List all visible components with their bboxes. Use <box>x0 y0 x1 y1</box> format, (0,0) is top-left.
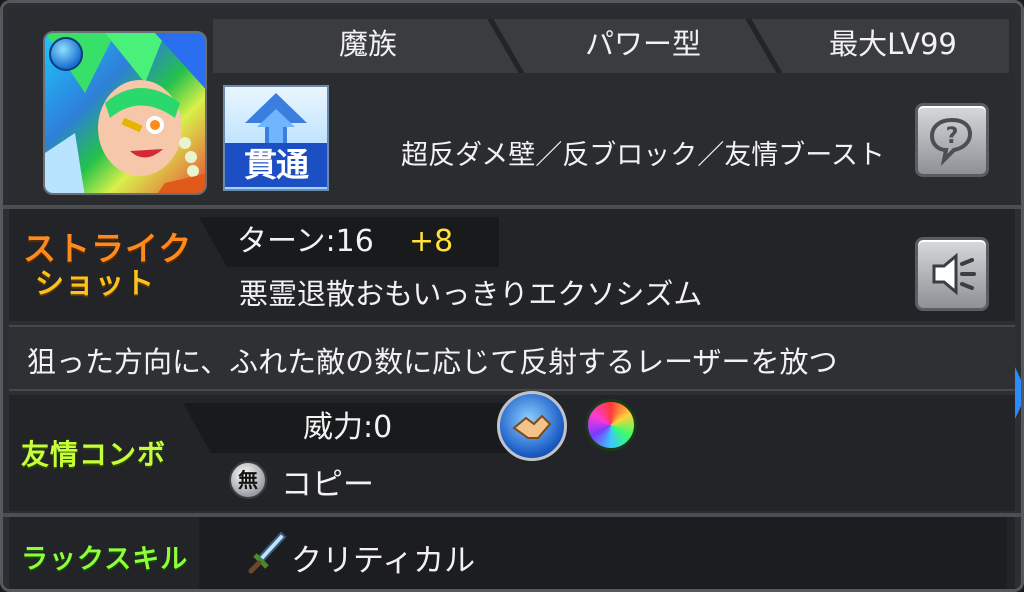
luck-skill-section: ラックスキル クリティカル <box>9 517 1015 589</box>
turn-count: ターン:16 <box>237 224 374 259</box>
strike-shot-name: 悪霊退散おもいっきりエクソシズム <box>239 277 703 311</box>
scroll-right-arrow-icon[interactable] <box>1015 367 1021 419</box>
power-bar: 威力:0 <box>183 403 523 453</box>
friendship-power: 威力:0 <box>303 410 393 445</box>
type-label: パワー型 <box>584 27 701 61</box>
max-level-label: 最大LV99 <box>829 27 957 61</box>
friendship-combo-name: コピー <box>281 467 374 503</box>
friendship-combo-medal-icon <box>497 391 567 461</box>
sword-icon <box>248 531 287 574</box>
svg-text:?: ? <box>946 124 959 149</box>
luck-skill-label: ラックスキル <box>21 544 189 575</box>
header-info-bar: 魔族 パワー型 最大LV99 <box>213 19 1009 73</box>
handshake-icon <box>512 414 552 439</box>
friendship-combo-section: 友情コンボ 威力:0 無 コピー <box>9 391 1015 511</box>
question-bubble-icon: ? <box>929 117 973 167</box>
turn-bonus: +8 <box>409 224 454 259</box>
friendship-combo-label: 友情コンボ <box>21 438 167 471</box>
speaker-icon <box>932 252 976 296</box>
up-arrow-icon <box>245 93 307 145</box>
luck-skill-name: クリティカル <box>291 543 476 579</box>
turn-bar: ターン:16 +8 <box>199 217 499 267</box>
help-button[interactable]: ? <box>915 103 989 177</box>
strike-shot-section: ストライク ショット ターン:16 +8 悪霊退散おもいっきりエクソシズム <box>9 209 1015 321</box>
rainbow-orb-icon <box>585 399 637 451</box>
pierce-badge-label: 貫通 <box>225 143 327 187</box>
character-portrait[interactable] <box>43 31 207 195</box>
strike-shot-description-strip: 狙った方向に、ふれた敵の数に応じて反射するレーザーを放つ <box>9 325 1015 391</box>
element-water-icon <box>49 37 83 71</box>
header-section: 魔族 パワー型 最大LV99 貫通 超反ダメ壁／反ブロック／友情ブースト ? <box>9 9 1015 205</box>
character-info-panel: 魔族 パワー型 最大LV99 貫通 超反ダメ壁／反ブロック／友情ブースト ? ス… <box>0 0 1024 592</box>
strike-shot-description: 狙った方向に、ふれた敵の数に応じて反射するレーザーを放つ <box>27 345 838 379</box>
element-badge: 無 <box>229 461 267 499</box>
pierce-badge: 貫通 <box>223 85 329 191</box>
strike-shot-label: ストライク ショット <box>23 229 193 300</box>
gimmick-list: 超反ダメ壁／反ブロック／友情ブースト <box>401 140 885 171</box>
tribe-label: 魔族 <box>338 27 397 61</box>
voice-button[interactable] <box>915 237 989 311</box>
